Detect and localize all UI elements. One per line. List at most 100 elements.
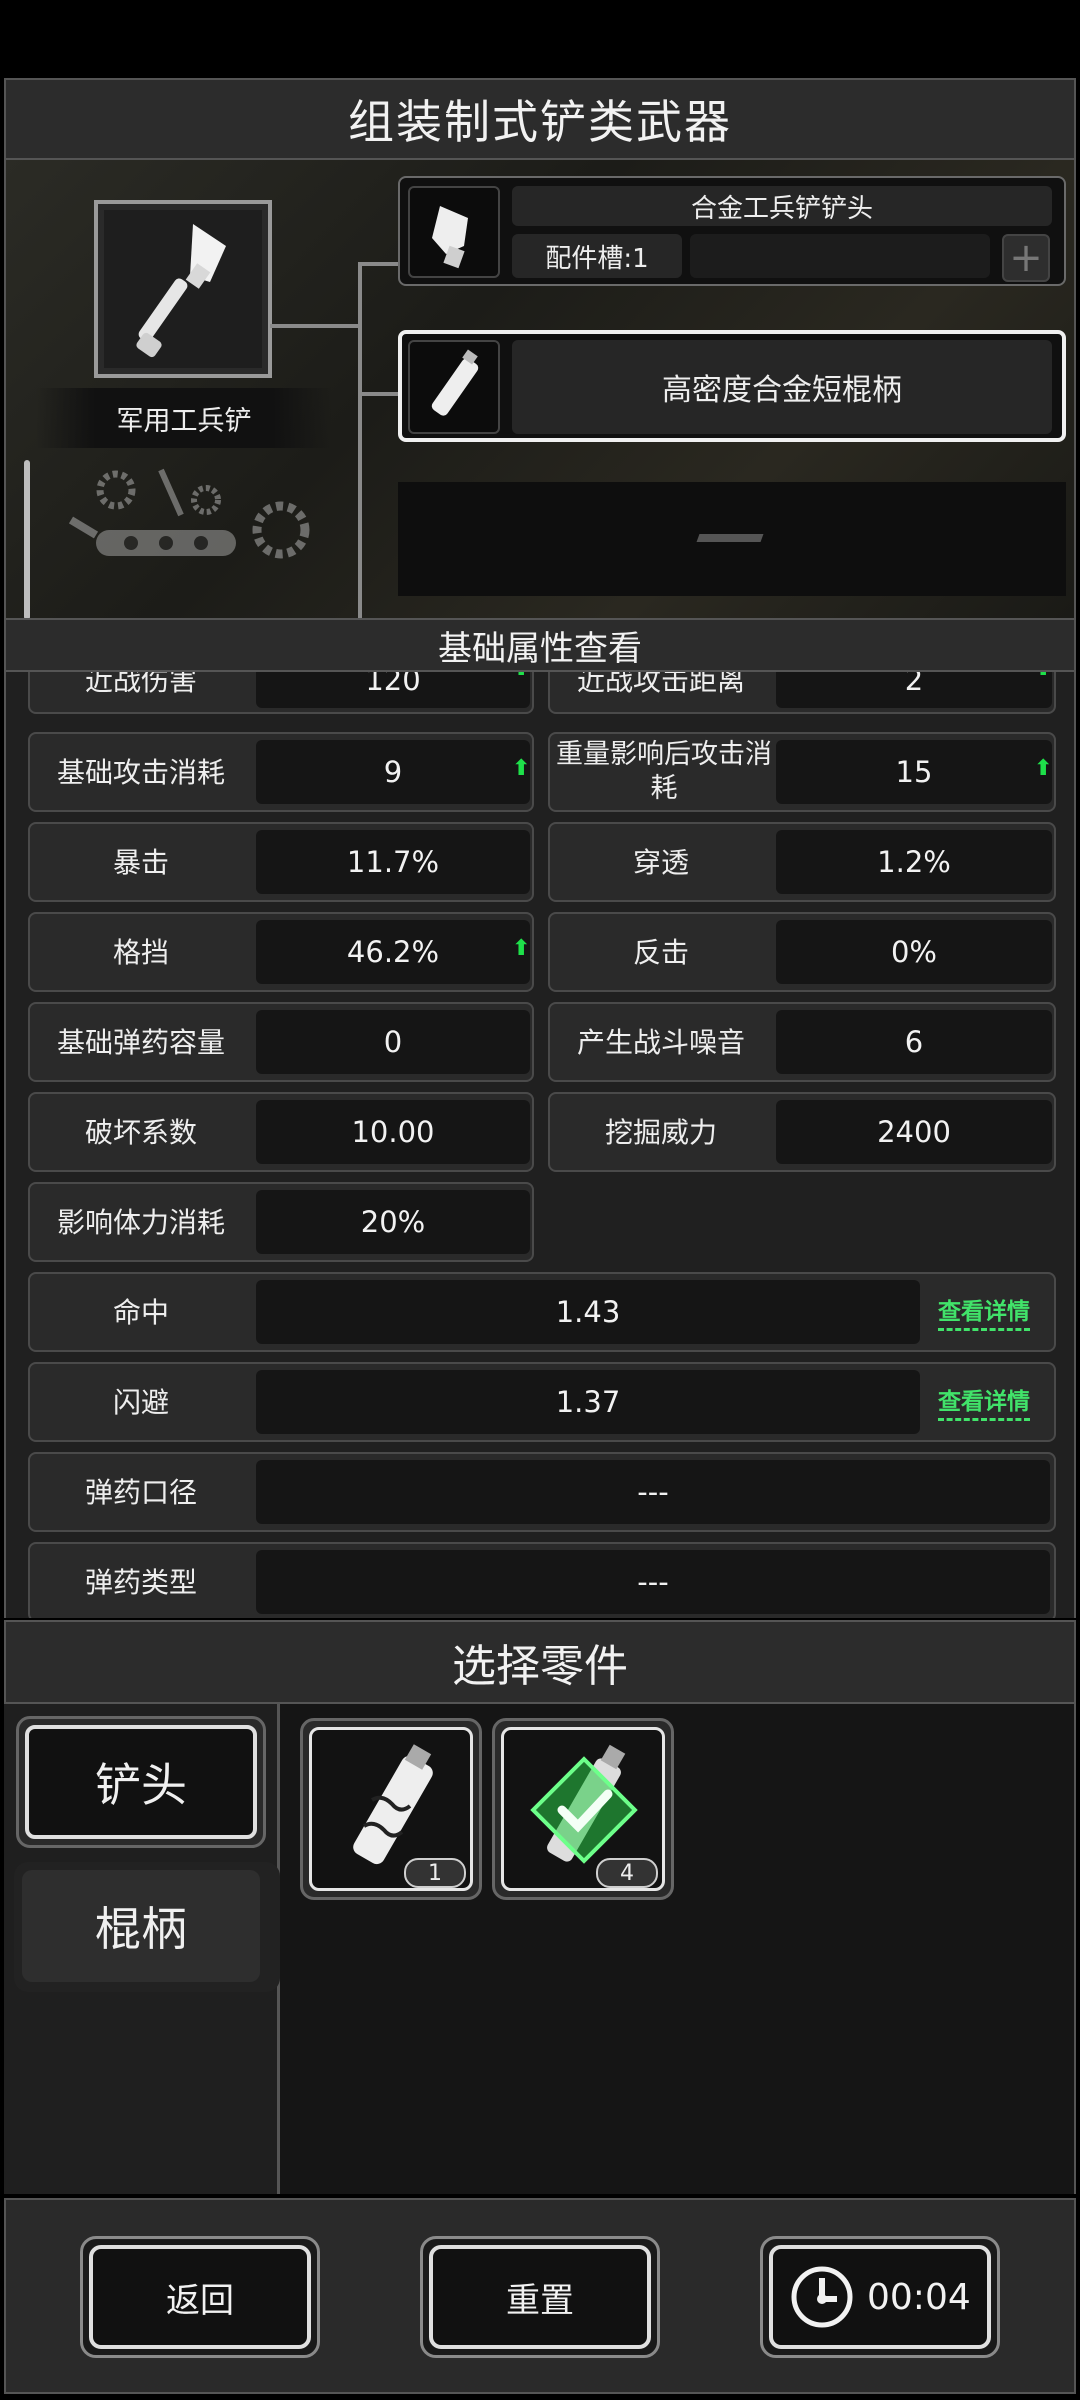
stat-label: 影响体力消耗 [56,1205,225,1239]
stat-label: 命中 [112,1295,169,1329]
stat-label: 弹药口径 [84,1475,197,1509]
stat-value: 1.2% [776,830,1052,894]
stat-value: --- [256,1460,1050,1524]
stat-value: 15 [776,740,1052,804]
stat-label: 穿透 [632,845,689,879]
stat-value: 1.37 [256,1370,920,1434]
stat-weight-attack-cost: 重量影响后攻击消耗 15 ⬆ [548,732,1056,812]
increase-arrow-icon: ⬆ [512,756,531,781]
stats-panel[interactable]: 近战伤害 120 ⬆ 近战攻击距离 2 ⬆ 基础攻击消耗 9 ⬆ 重量影响后攻击… [4,672,1076,1618]
stat-value: 20% [256,1190,530,1254]
reset-button[interactable]: 重置 [420,2236,660,2358]
item-count-badge: 4 [596,1858,658,1888]
view-details-link[interactable]: 查看详情 [938,1292,1030,1331]
page-title: 组装制式铲类武器 [4,78,1076,160]
accessory-slot-bar [690,234,990,278]
item-count-badge: 1 [404,1858,466,1888]
stats-section-header: 基础属性查看 [4,618,1076,672]
shovel-icon [136,224,226,358]
category-tab-label: 棍柄 [22,1870,260,1982]
plus-icon: + [1009,235,1043,281]
increase-arrow-icon: ⬆ [1034,756,1053,781]
part-row-head[interactable]: 合金工兵铲铲头 配件槽:1 + [398,176,1066,286]
part-item-frame: 4 [501,1727,665,1891]
connector-line [358,262,362,620]
stat-label: 挖掘威力 [604,1115,717,1149]
stat-value: --- [256,1550,1050,1614]
stat-melee-range: 近战攻击距离 2 ⬆ [548,672,1056,714]
stat-label: 闪避 [112,1385,169,1419]
part-item-card-selected[interactable]: 4 [492,1718,674,1900]
stat-label: 暴击 [112,845,169,879]
stat-caliber: 弹药口径 --- [28,1452,1056,1532]
timer-button[interactable]: 00:04 [760,2236,1000,2358]
stat-ammo-type: 弹药类型 --- [28,1542,1056,1618]
stat-hit: 命中 1.43 查看详情 [28,1272,1056,1352]
main-weapon-slot[interactable] [94,200,272,378]
back-button[interactable]: 返回 [80,2236,320,2358]
stat-label: 产生战斗噪音 [576,1025,745,1059]
part-row-handle[interactable]: 高密度合金短棍柄 [398,330,1066,442]
part-name-head: 合金工兵铲铲头 [512,186,1052,226]
stat-label: 近战攻击距离 [576,672,745,697]
stat-value: 6 [776,1010,1052,1074]
timer-button-inner: 00:04 [769,2245,991,2349]
stat-melee-damage: 近战伤害 120 ⬆ [28,672,534,714]
empty-slot-dash [696,534,764,542]
stat-dodge: 闪避 1.37 查看详情 [28,1362,1056,1442]
stat-destroy: 破坏系数 10.00 [28,1092,534,1172]
select-parts-header: 选择零件 [4,1620,1076,1704]
clock-icon [791,2266,853,2328]
stat-value: 46.2% [256,920,530,984]
stat-value: 0% [776,920,1052,984]
stat-ammo-capacity: 基础弹药容量 0 [28,1002,534,1082]
stat-value: 1.43 [256,1280,920,1344]
part-icon-frame [408,340,500,434]
stat-pierce: 穿透 1.2% [548,822,1056,902]
part-name-handle: 高密度合金短棍柄 [512,340,1052,434]
stat-dig: 挖掘威力 2400 [548,1092,1056,1172]
stat-noise: 产生战斗噪音 6 [548,1002,1056,1082]
part-icon-frame [408,186,500,278]
main-weapon-name: 军用工兵铲 [36,388,332,448]
stat-value: 120 [256,672,530,708]
stat-crit: 暴击 11.7% [28,822,534,902]
add-accessory-button[interactable]: + [1002,234,1050,282]
stat-value: 2400 [776,1100,1052,1164]
stat-block: 格挡 46.2% ⬆ [28,912,534,992]
stat-label: 近战伤害 [84,672,197,697]
short-handle-icon [431,349,479,416]
category-tab-shovel-head[interactable]: 铲头 [16,1716,266,1848]
stat-label: 破坏系数 [84,1115,197,1149]
category-tab-handle[interactable]: 棍柄 [14,1862,280,1992]
stat-label: 弹药类型 [84,1565,197,1599]
stat-label: 基础攻击消耗 [56,755,225,789]
stat-value: 0 [256,1010,530,1074]
stat-value: 9 [256,740,530,804]
scrollbar[interactable] [24,460,30,620]
timer-value: 00:04 [867,2276,971,2318]
stat-value: 2 [776,672,1052,708]
increase-arrow-icon: ⬆ [1034,672,1052,681]
reset-button-label: 重置 [429,2245,651,2349]
increase-arrow-icon: ⬆ [512,936,531,961]
category-tab-label: 铲头 [25,1725,257,1839]
stat-counter: 反击 0% [548,912,1056,992]
part-item-card[interactable]: 1 [300,1718,482,1900]
view-details-link[interactable]: 查看详情 [938,1382,1030,1421]
stat-label: 基础弹药容量 [56,1025,225,1059]
accessory-slot-label: 配件槽:1 [512,234,682,278]
assembly-panel: 军用工兵铲 合金工兵铲铲头 配件槽:1 + 高密度合金短棍柄 [4,160,1076,620]
stat-stamina: 影响体力消耗 20% [28,1182,534,1262]
increase-arrow-icon: ⬆ [512,672,530,681]
connector-line [270,324,360,328]
stat-label: 反击 [632,935,689,969]
shovel-head-icon [432,206,468,269]
gears-decoration-icon [68,468,310,559]
stat-label: 重量影响后攻击消耗 [556,739,772,804]
back-button-label: 返回 [89,2245,311,2349]
stat-label: 格挡 [112,935,169,969]
empty-part-slot[interactable] [398,482,1066,596]
part-item-frame: 1 [309,1727,473,1891]
stat-value: 11.7% [256,830,530,894]
